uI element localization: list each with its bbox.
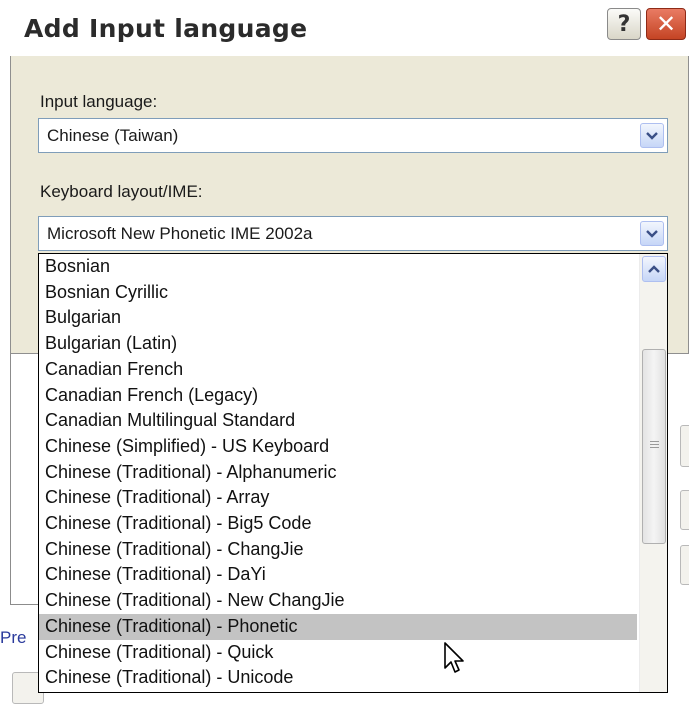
help-icon: ? — [617, 11, 631, 37]
chevron-up-icon — [648, 265, 660, 273]
dialog-titlebar: Add Input language ? ✕ — [10, 0, 689, 56]
dropdown-option[interactable]: Chinese (Traditional) - Array — [39, 485, 637, 511]
keyboard-layout-label: Keyboard layout/IME: — [40, 182, 203, 201]
dropdown-option[interactable]: Bosnian Cyrillic — [39, 280, 637, 306]
mouse-pointer-icon — [444, 642, 464, 673]
keyboard-layout-combobox[interactable]: Microsoft New Phonetic IME 2002a — [38, 216, 668, 251]
dropdown-option[interactable]: Chinese (Traditional) - Phonetic — [39, 613, 637, 640]
chevron-down-icon — [646, 229, 658, 238]
dropdown-option[interactable]: Chinese (Traditional) - ChangJie — [39, 537, 637, 563]
parent-window-button[interactable] — [680, 490, 689, 530]
help-button[interactable]: ? — [607, 8, 641, 40]
dropdown-option[interactable]: Chinese (Traditional) - Unicode — [39, 665, 637, 691]
parent-window-button[interactable] — [680, 545, 689, 585]
dropdown-option[interactable]: Chinese (Traditional) - Alphanumeric — [39, 460, 637, 486]
scroll-up-button[interactable] — [642, 256, 666, 282]
keyboard-layout-dropdown-list[interactable]: Bosnian Bosnian Cyrillic Bulgarian Bulgaria… — [38, 253, 668, 693]
thumb-grip — [650, 444, 659, 445]
dropdown-option[interactable]: Chinese (Traditional) - DaYi — [39, 562, 637, 588]
dropdown-option[interactable]: Canadian French (Legacy) — [39, 383, 637, 409]
dropdown-scrollbar[interactable] — [639, 254, 667, 692]
close-button[interactable]: ✕ — [646, 8, 686, 40]
input-language-label: Input language: — [40, 92, 158, 111]
dropdown-option[interactable]: Bulgarian (Latin) — [39, 331, 637, 357]
thumb-grip — [650, 441, 659, 442]
close-icon: ✕ — [655, 10, 677, 38]
keyboard-layout-value: Microsoft New Phonetic IME 2002a — [47, 224, 313, 243]
dropdown-option[interactable]: Chinese (Traditional) - Quick — [39, 640, 637, 666]
dialog-title: Add Input language — [24, 14, 308, 43]
dropdown-option[interactable]: Canadian French — [39, 357, 637, 383]
thumb-grip — [650, 447, 659, 448]
parent-window-button[interactable] — [680, 425, 689, 467]
input-language-combobox[interactable]: Chinese (Taiwan) — [38, 118, 668, 153]
parent-window-text: Pre — [0, 628, 27, 647]
dropdown-option[interactable]: Bulgarian — [39, 305, 637, 331]
dropdown-option[interactable]: Chinese (Simplified) - US Keyboard — [39, 434, 637, 460]
dropdown-option[interactable]: Bosnian — [39, 254, 637, 280]
parent-window-edge — [10, 354, 11, 604]
dropdown-option[interactable]: Canadian Multilingual Standard — [39, 408, 637, 434]
dropdown-option[interactable]: Chinese (Traditional) - Big5 Code — [39, 511, 637, 537]
input-language-value: Chinese (Taiwan) — [47, 126, 179, 145]
input-language-dropdown-button[interactable] — [640, 123, 664, 148]
chevron-down-icon — [646, 131, 658, 140]
dropdown-option[interactable]: Chinese (Traditional) - New ChangJie — [39, 588, 637, 614]
scrollbar-thumb[interactable] — [642, 349, 666, 544]
parent-window-edge — [10, 604, 40, 605]
keyboard-layout-dropdown-button[interactable] — [640, 221, 664, 246]
